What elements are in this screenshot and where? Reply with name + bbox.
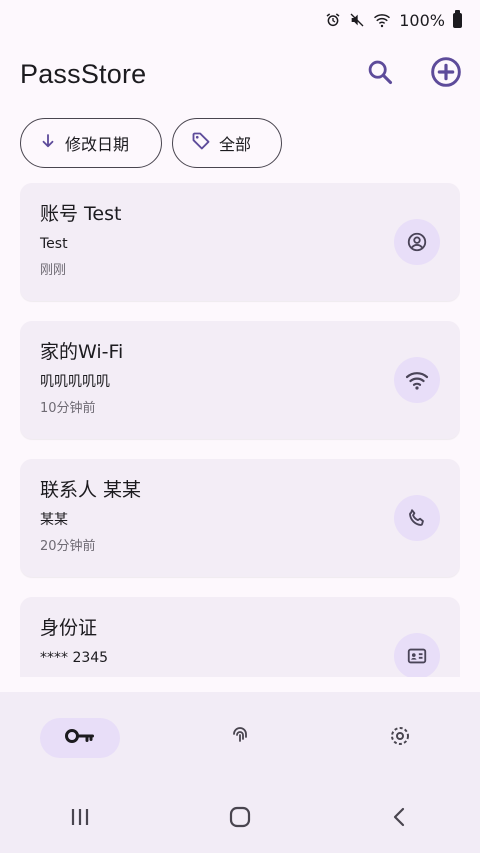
battery-icon bbox=[453, 9, 462, 28]
search-icon bbox=[366, 58, 394, 90]
list-item[interactable]: 账号 Test Test 刚刚 bbox=[20, 183, 460, 301]
item-subtitle: **** 2345 bbox=[40, 650, 109, 666]
list-item[interactable]: 身份证 **** 2345 bbox=[20, 597, 460, 677]
system-navigation-bar bbox=[0, 784, 480, 853]
battery-text: 100% bbox=[399, 10, 445, 30]
settings-icon bbox=[388, 724, 412, 752]
item-title: 家的Wi-Fi bbox=[40, 341, 124, 363]
filter-chip-label: 全部 bbox=[219, 135, 252, 154]
filter-chip[interactable]: 全部 bbox=[172, 118, 282, 168]
bottom-navigation bbox=[0, 692, 480, 784]
nav-settings[interactable] bbox=[360, 718, 440, 758]
status-bar: 100% bbox=[0, 0, 480, 40]
sort-chip-label: 修改日期 bbox=[65, 135, 130, 154]
nav-passwords[interactable] bbox=[40, 718, 120, 758]
item-title: 身份证 bbox=[40, 617, 98, 639]
back-button[interactable] bbox=[370, 799, 430, 839]
search-button[interactable] bbox=[360, 54, 400, 94]
password-list: 账号 Test Test 刚刚 家的Wi-Fi 叽叽叽叽叽 10分钟前 联系人 … bbox=[20, 183, 460, 677]
item-title: 账号 Test bbox=[40, 203, 122, 225]
list-item[interactable]: 家的Wi-Fi 叽叽叽叽叽 10分钟前 bbox=[20, 321, 460, 439]
account-circle-icon bbox=[394, 219, 440, 265]
wifi-icon bbox=[373, 12, 391, 28]
sort-chip[interactable]: 修改日期 bbox=[20, 118, 162, 168]
nav-security[interactable] bbox=[200, 718, 280, 758]
item-subtitle: Test bbox=[40, 236, 68, 252]
phone-icon bbox=[394, 495, 440, 541]
filter-chips: 修改日期 全部 bbox=[20, 118, 282, 168]
id-card-icon bbox=[394, 633, 440, 677]
mute-icon bbox=[349, 12, 365, 28]
arrow-down-icon bbox=[39, 132, 57, 154]
recents-icon bbox=[69, 806, 91, 832]
item-subtitle: 叽叽叽叽叽 bbox=[40, 374, 110, 390]
item-title: 联系人 某某 bbox=[40, 479, 142, 501]
home-icon bbox=[229, 806, 251, 832]
add-circle-icon bbox=[430, 56, 462, 92]
back-icon bbox=[389, 806, 411, 832]
add-button[interactable] bbox=[426, 54, 466, 94]
fingerprint-icon bbox=[228, 724, 252, 752]
wifi-icon bbox=[394, 357, 440, 403]
app-title: PassStore bbox=[20, 58, 147, 89]
alarm-icon bbox=[325, 12, 341, 28]
app-actions bbox=[360, 54, 466, 94]
list-item[interactable]: 联系人 某某 某某 20分钟前 bbox=[20, 459, 460, 577]
key-icon bbox=[65, 726, 95, 750]
home-button[interactable] bbox=[210, 799, 270, 839]
item-subtitle: 某某 bbox=[40, 512, 68, 528]
tag-icon bbox=[191, 131, 211, 155]
item-time: 刚刚 bbox=[40, 263, 67, 278]
item-time: 20分钟前 bbox=[40, 539, 96, 554]
top-app-bar: PassStore bbox=[0, 48, 480, 100]
recents-button[interactable] bbox=[50, 799, 110, 839]
item-time: 10分钟前 bbox=[40, 401, 96, 416]
